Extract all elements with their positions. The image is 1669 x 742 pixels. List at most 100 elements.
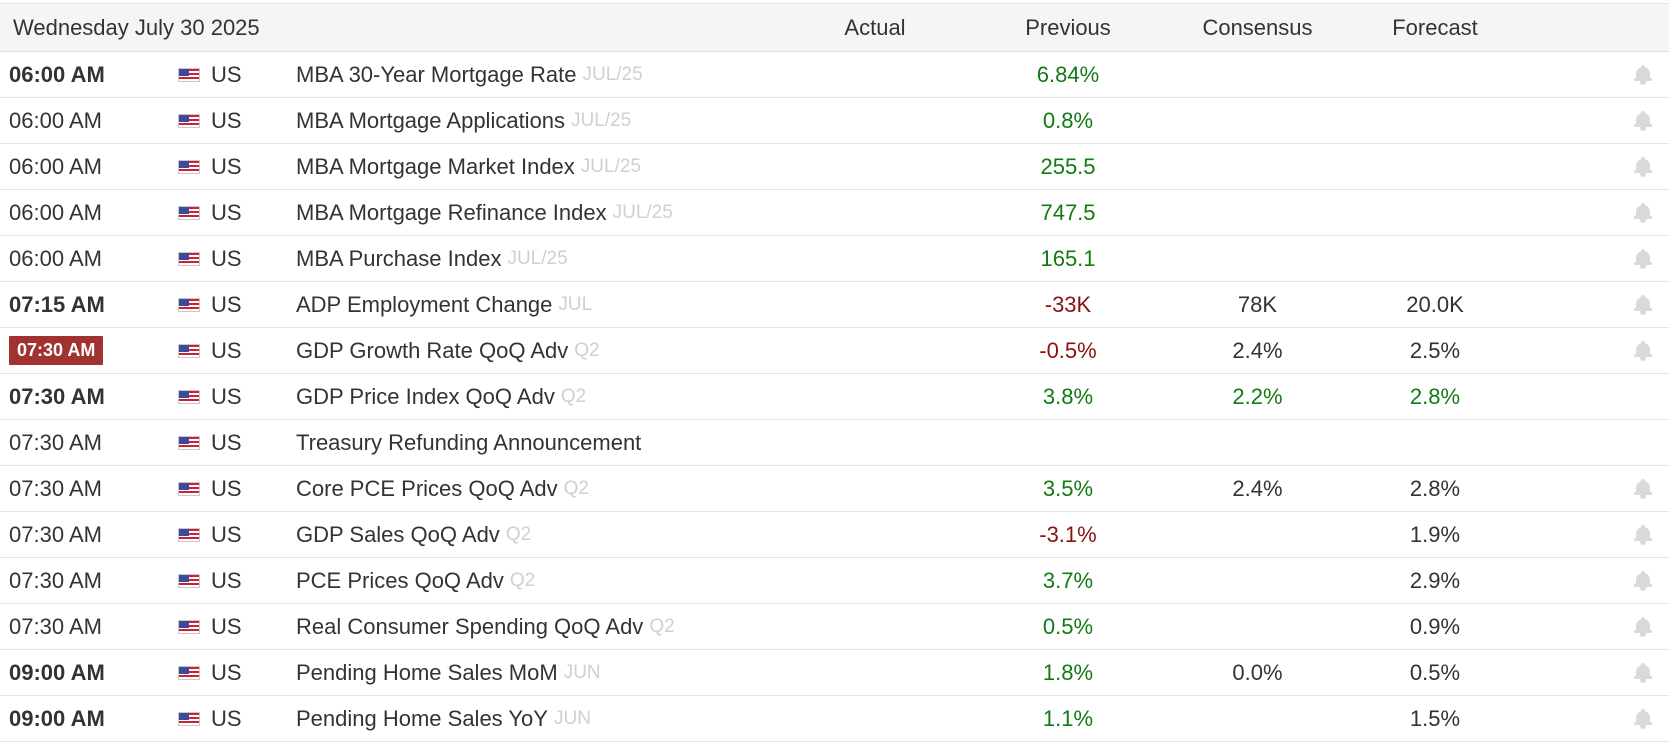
event-title[interactable]: Real Consumer Spending QoQ Adv xyxy=(296,614,643,640)
event-country[interactable]: US xyxy=(178,650,278,695)
calendar-event-row[interactable]: 06:00 AM US MBA Purchase Index JUL/25 16… xyxy=(0,236,1669,282)
event-country[interactable]: US xyxy=(178,558,278,603)
event-country[interactable]: US xyxy=(178,328,278,373)
event-forecast-value[interactable] xyxy=(1375,52,1495,97)
event-name[interactable]: PCE Prices QoQ Adv Q2 xyxy=(296,558,856,603)
event-forecast-value[interactable]: 1.5% xyxy=(1375,696,1495,741)
calendar-event-row[interactable]: 07:30 AM US Core PCE Prices QoQ Adv Q2 3… xyxy=(0,466,1669,512)
calendar-event-row[interactable]: 09:00 AM US Pending Home Sales MoM JUN 1… xyxy=(0,650,1669,696)
event-name[interactable]: ADP Employment Change JUL xyxy=(296,282,856,327)
bell-icon[interactable] xyxy=(1634,662,1652,683)
event-country[interactable]: US xyxy=(178,236,278,281)
calendar-event-row[interactable]: 06:00 AM US MBA 30-Year Mortgage Rate JU… xyxy=(0,52,1669,98)
event-alert[interactable] xyxy=(1628,236,1658,281)
event-forecast-value[interactable]: 2.8% xyxy=(1375,374,1495,419)
event-name[interactable]: MBA Mortgage Market Index JUL/25 xyxy=(296,144,856,189)
calendar-event-row[interactable]: 07:15 AM US ADP Employment Change JUL -3… xyxy=(0,282,1669,328)
event-forecast-value[interactable]: 2.8% xyxy=(1375,466,1495,511)
calendar-event-row[interactable]: 07:30 AM US GDP Price Index QoQ Adv Q2 3… xyxy=(0,374,1669,420)
event-alert[interactable] xyxy=(1628,604,1658,649)
event-forecast-value[interactable] xyxy=(1375,98,1495,143)
event-country[interactable]: US xyxy=(178,52,278,97)
bell-icon[interactable] xyxy=(1634,524,1652,545)
event-title[interactable]: GDP Growth Rate QoQ Adv xyxy=(296,338,568,364)
event-title[interactable]: GDP Price Index QoQ Adv xyxy=(296,384,555,410)
event-title[interactable]: ADP Employment Change xyxy=(296,292,552,318)
event-alert[interactable] xyxy=(1628,466,1658,511)
bell-icon[interactable] xyxy=(1634,570,1652,591)
event-alert[interactable] xyxy=(1628,374,1658,419)
event-name[interactable]: MBA 30-Year Mortgage Rate JUL/25 xyxy=(296,52,856,97)
event-name[interactable]: Core PCE Prices QoQ Adv Q2 xyxy=(296,466,856,511)
event-country[interactable]: US xyxy=(178,98,278,143)
column-header-forecast[interactable]: Forecast xyxy=(1375,4,1495,51)
calendar-event-row[interactable]: 07:30 AM US Treasury Refunding Announcem… xyxy=(0,420,1669,466)
event-alert[interactable] xyxy=(1628,558,1658,603)
event-forecast-value[interactable]: 20.0K xyxy=(1375,282,1495,327)
event-country[interactable]: US xyxy=(178,512,278,557)
event-title[interactable]: MBA Mortgage Market Index xyxy=(296,154,575,180)
event-alert[interactable] xyxy=(1628,328,1658,373)
event-name[interactable]: Treasury Refunding Announcement xyxy=(296,420,856,465)
event-title[interactable]: Treasury Refunding Announcement xyxy=(296,430,641,456)
column-header-previous[interactable]: Previous xyxy=(1003,4,1133,51)
event-forecast-value[interactable] xyxy=(1375,420,1495,465)
bell-icon[interactable] xyxy=(1634,156,1652,177)
event-alert[interactable] xyxy=(1628,282,1658,327)
event-country[interactable]: US xyxy=(178,374,278,419)
event-title[interactable]: GDP Sales QoQ Adv xyxy=(296,522,500,548)
event-alert[interactable] xyxy=(1628,650,1658,695)
event-title[interactable]: MBA Purchase Index xyxy=(296,246,501,272)
event-alert[interactable] xyxy=(1628,144,1658,189)
event-forecast-value[interactable] xyxy=(1375,144,1495,189)
event-name[interactable]: Real Consumer Spending QoQ Adv Q2 xyxy=(296,604,856,649)
event-forecast-value[interactable] xyxy=(1375,236,1495,281)
calendar-event-row[interactable]: 06:00 AM US MBA Mortgage Applications JU… xyxy=(0,98,1669,144)
bell-icon[interactable] xyxy=(1634,294,1652,315)
event-name[interactable]: MBA Mortgage Refinance Index JUL/25 xyxy=(296,190,856,235)
event-name[interactable]: GDP Growth Rate QoQ Adv Q2 xyxy=(296,328,856,373)
column-header-consensus[interactable]: Consensus xyxy=(1185,4,1330,51)
event-alert[interactable] xyxy=(1628,98,1658,143)
event-alert[interactable] xyxy=(1628,52,1658,97)
event-name[interactable]: Pending Home Sales YoY JUN xyxy=(296,696,856,741)
bell-icon[interactable] xyxy=(1634,616,1652,637)
event-name[interactable]: MBA Mortgage Applications JUL/25 xyxy=(296,98,856,143)
event-alert[interactable] xyxy=(1628,420,1658,465)
event-alert[interactable] xyxy=(1628,696,1658,741)
event-alert[interactable] xyxy=(1628,512,1658,557)
event-forecast-value[interactable]: 0.9% xyxy=(1375,604,1495,649)
event-title[interactable]: Pending Home Sales YoY xyxy=(296,706,548,732)
event-title[interactable]: MBA 30-Year Mortgage Rate xyxy=(296,62,576,88)
event-title[interactable]: Pending Home Sales MoM xyxy=(296,660,558,686)
event-country[interactable]: US xyxy=(178,282,278,327)
event-country[interactable]: US xyxy=(178,466,278,511)
calendar-event-row[interactable]: 06:00 AM US MBA Mortgage Refinance Index… xyxy=(0,190,1669,236)
bell-icon[interactable] xyxy=(1634,202,1652,223)
event-name[interactable]: GDP Price Index QoQ Adv Q2 xyxy=(296,374,856,419)
event-title[interactable]: MBA Mortgage Applications xyxy=(296,108,565,134)
column-header-actual[interactable]: Actual xyxy=(820,4,930,51)
event-country[interactable]: US xyxy=(178,190,278,235)
calendar-event-row[interactable]: 07:30 AM US PCE Prices QoQ Adv Q2 3.7% 2… xyxy=(0,558,1669,604)
bell-icon[interactable] xyxy=(1634,708,1652,729)
event-country[interactable]: US xyxy=(178,420,278,465)
event-country[interactable]: US xyxy=(178,604,278,649)
event-title[interactable]: PCE Prices QoQ Adv xyxy=(296,568,504,594)
event-forecast-value[interactable]: 0.5% xyxy=(1375,650,1495,695)
calendar-event-row[interactable]: 07:30 AM US GDP Sales QoQ Adv Q2 -3.1% 1… xyxy=(0,512,1669,558)
event-forecast-value[interactable]: 1.9% xyxy=(1375,512,1495,557)
calendar-event-row[interactable]: 07:30 AM US GDP Growth Rate QoQ Adv Q2 -… xyxy=(0,328,1669,374)
event-name[interactable]: Pending Home Sales MoM JUN xyxy=(296,650,856,695)
event-title[interactable]: Core PCE Prices QoQ Adv xyxy=(296,476,558,502)
event-forecast-value[interactable]: 2.5% xyxy=(1375,328,1495,373)
calendar-event-row[interactable]: 09:00 AM US Pending Home Sales YoY JUN 1… xyxy=(0,696,1669,742)
event-name[interactable]: GDP Sales QoQ Adv Q2 xyxy=(296,512,856,557)
bell-icon[interactable] xyxy=(1634,248,1652,269)
bell-icon[interactable] xyxy=(1634,340,1652,361)
bell-icon[interactable] xyxy=(1634,478,1652,499)
event-alert[interactable] xyxy=(1628,190,1658,235)
event-country[interactable]: US xyxy=(178,696,278,741)
event-name[interactable]: MBA Purchase Index JUL/25 xyxy=(296,236,856,281)
event-title[interactable]: MBA Mortgage Refinance Index xyxy=(296,200,607,226)
